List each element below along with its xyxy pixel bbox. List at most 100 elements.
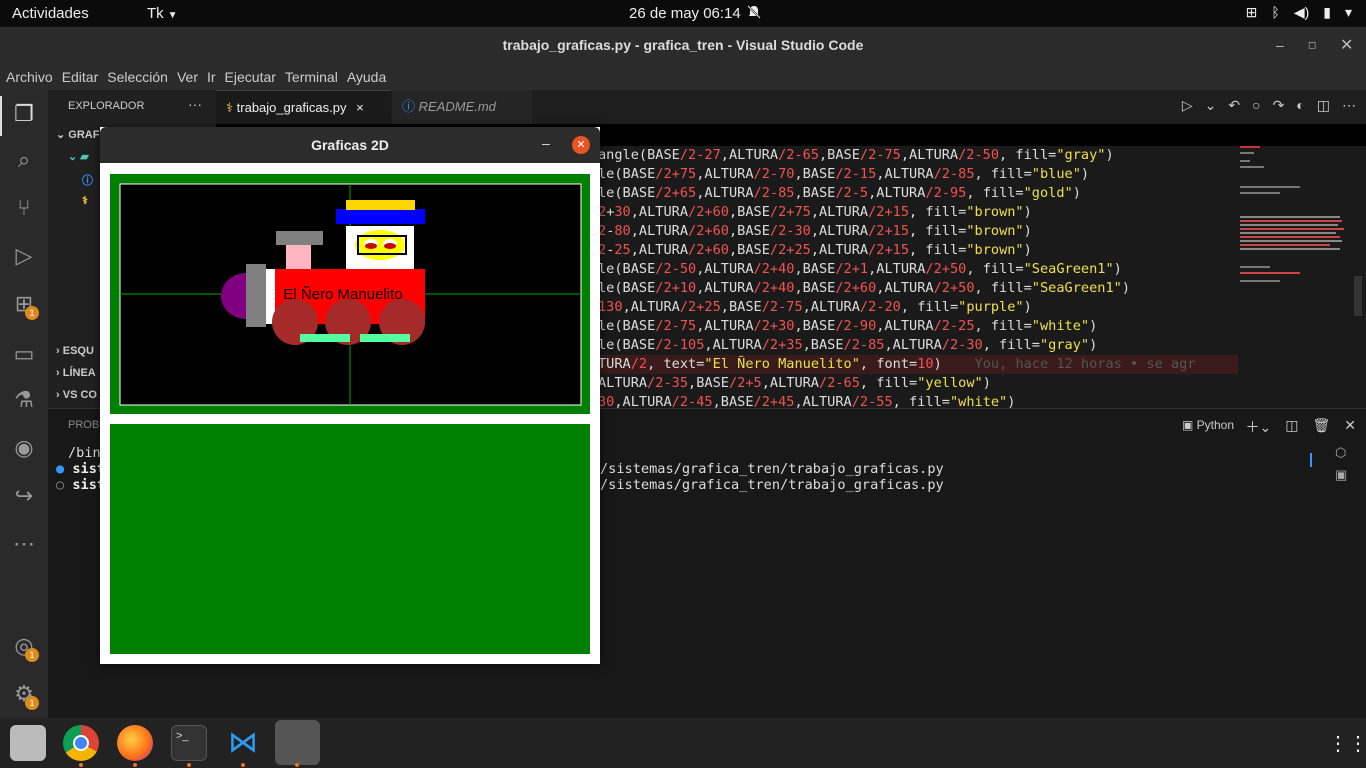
- more-actions-icon[interactable]: ···: [188, 96, 202, 112]
- volume-icon[interactable]: ◀): [1294, 4, 1309, 21]
- minimize-button[interactable]: –: [1276, 27, 1284, 64]
- battery-icon[interactable]: ▮: [1323, 4, 1331, 21]
- code-line[interactable]: le(BASE/2-75,ALTURA/2+30,BASE/2-90,ALTUR…: [598, 317, 1238, 336]
- code-line[interactable]: TURA/2, text="El Ñero Manuelito", font=1…: [598, 355, 1238, 374]
- vscode-icon[interactable]: ⋈: [225, 725, 261, 761]
- tk-app-icon[interactable]: [275, 720, 320, 765]
- menu-editar[interactable]: Editar: [62, 64, 99, 90]
- scroll-indicator: [1310, 453, 1312, 467]
- code-line[interactable]: ALTURA/2-35,BASE/2+5,ALTURA/2-65, fill="…: [598, 374, 1238, 393]
- panel-tab-problems[interactable]: PROB: [68, 419, 99, 431]
- rod-left: [300, 334, 350, 342]
- code-line[interactable]: le(BASE/2+10,ALTURA/2+40,BASE/2+60,ALTUR…: [598, 279, 1238, 298]
- code-line[interactable]: le(BASE/2+75,ALTURA/2-70,BASE/2-15,ALTUR…: [598, 165, 1238, 184]
- close-tab-icon[interactable]: ×: [356, 100, 364, 115]
- chevron-down-icon[interactable]: ▾: [1345, 4, 1352, 21]
- code-line[interactable]: le(BASE/2+65,ALTURA/2-85,BASE/2-5,ALTURA…: [598, 184, 1238, 203]
- chrome-icon[interactable]: [63, 725, 99, 761]
- terminal-path: /sistemas/grafica_tren/trabajo_graficas.…: [600, 477, 944, 493]
- clock[interactable]: 26 de may 06:14: [629, 5, 741, 22]
- bluetooth-icon[interactable]: ᛒ: [1271, 4, 1279, 21]
- section-outline[interactable]: › ESQU: [56, 345, 94, 357]
- folder-name: GRAF: [68, 129, 100, 141]
- terminal-name: Python: [1196, 418, 1235, 432]
- remote-explorer-icon[interactable]: ▭: [10, 340, 38, 368]
- maximize-button[interactable]: ◻: [1308, 27, 1316, 64]
- tab-label: trabajo_graficas.py: [236, 100, 347, 115]
- panel-actions: ＋⌄ ◫ 🗑 ✕: [1246, 417, 1356, 437]
- train-drawing: El Ñero Manuelito: [119, 183, 582, 406]
- run-debug-icon[interactable]: ▷: [10, 242, 38, 270]
- files-icon[interactable]: [10, 725, 46, 761]
- activities-button[interactable]: Actividades: [12, 5, 89, 22]
- menu-ejecutar[interactable]: Ejecutar: [225, 64, 276, 90]
- code-line[interactable]: le(BASE/2-105,ALTURA/2+35,BASE/2-85,ALTU…: [598, 336, 1238, 355]
- explorer-icon[interactable]: ❐: [10, 100, 38, 128]
- run-dot-icon: ●: [56, 461, 73, 477]
- go-back-icon[interactable]: ↶: [1228, 97, 1240, 114]
- menu-terminal[interactable]: Terminal: [285, 64, 338, 90]
- go-forward-icon[interactable]: ↷: [1273, 97, 1285, 114]
- firefox-icon[interactable]: [117, 725, 153, 761]
- info-file-icon[interactable]: ⓘ: [82, 172, 93, 188]
- add-terminal-icon[interactable]: ＋⌄: [1246, 417, 1272, 437]
- code-line[interactable]: 30,ALTURA/2-45,BASE/2+45,ALTURA/2-55, fi…: [598, 393, 1238, 408]
- code-line[interactable]: 2-25,ALTURA/2+60,BASE/2+25,ALTURA/2+15, …: [598, 241, 1238, 260]
- terminal-app-icon[interactable]: >_: [171, 725, 207, 761]
- rod-right: [360, 334, 410, 342]
- settings-badge: 1: [25, 696, 39, 710]
- tk-title: Graficas 2D: [311, 137, 389, 153]
- terminal-tab-icon[interactable]: ▣: [1335, 467, 1347, 483]
- tab-readme[interactable]: ⓘ README.md: [392, 90, 532, 124]
- terminal-shell-icon[interactable]: ⬡: [1335, 445, 1346, 461]
- minimize-icon[interactable]: –: [542, 135, 550, 151]
- timeline-icon[interactable]: ◐: [1296, 97, 1304, 114]
- terminal-line: ○ sist: [56, 477, 105, 493]
- github-icon[interactable]: ◉: [10, 434, 38, 462]
- trash-icon[interactable]: 🗑: [1312, 417, 1330, 437]
- chevron-down-icon: ▼: [167, 10, 178, 21]
- section-vscode[interactable]: › VS CO: [56, 389, 97, 401]
- subfolder-row[interactable]: ⌄ ▰: [68, 150, 89, 163]
- menu-ayuda[interactable]: Ayuda: [347, 64, 386, 90]
- show-apps-icon[interactable]: ⋮⋮⋮: [1328, 731, 1366, 756]
- testing-icon[interactable]: ⚗: [10, 386, 38, 414]
- circle-icon[interactable]: ○: [1252, 97, 1260, 114]
- folder-row[interactable]: ⌄ GRAF: [56, 128, 99, 141]
- section-label: LÍNEA: [62, 367, 96, 379]
- section-label: VS CO: [62, 389, 97, 401]
- menu-ir[interactable]: Ir: [207, 64, 216, 90]
- minimap[interactable]: [1238, 146, 1366, 408]
- chevron-down-icon[interactable]: ⌄: [1205, 97, 1217, 114]
- python-file-icon[interactable]: ⚕: [82, 194, 88, 207]
- close-icon[interactable]: ✕: [572, 136, 590, 154]
- window-title: trabajo_graficas.py - grafica_tren - Vis…: [502, 37, 864, 53]
- code-line[interactable]: le(BASE/2-50,ALTURA/2+40,BASE/2+1,ALTURA…: [598, 260, 1238, 279]
- code-editor[interactable]: angle(BASE/2-27,ALTURA/2-65,BASE/2-75,AL…: [598, 146, 1238, 408]
- menu-ver[interactable]: Ver: [177, 64, 198, 90]
- code-line[interactable]: angle(BASE/2-27,ALTURA/2-65,BASE/2-75,AL…: [598, 146, 1238, 165]
- running-indicator: [241, 763, 245, 767]
- source-control-icon[interactable]: ⑂: [10, 194, 38, 222]
- search-icon[interactable]: ⌕: [10, 146, 38, 174]
- more-icon[interactable]: ⋯: [10, 530, 38, 558]
- split-editor-icon[interactable]: ◫: [1317, 97, 1330, 114]
- close-button[interactable]: ✕: [1340, 27, 1353, 64]
- app-menu[interactable]: Tk ▼: [147, 5, 178, 22]
- code-line[interactable]: 2+30,ALTURA/2+60,BASE/2+75,ALTURA/2+15, …: [598, 203, 1238, 222]
- tab-trabajo-graficas[interactable]: ⚕ trabajo_graficas.py ×: [216, 90, 391, 124]
- network-icon[interactable]: ⊞: [1246, 4, 1258, 21]
- live-share-icon[interactable]: ↪: [10, 482, 38, 510]
- menu-archivo[interactable]: Archivo: [6, 64, 53, 90]
- run-icon[interactable]: ▷: [1182, 97, 1193, 114]
- split-terminal-icon[interactable]: ◫: [1285, 417, 1298, 437]
- more-actions-icon[interactable]: ⋯: [1342, 97, 1356, 114]
- close-panel-icon[interactable]: ✕: [1344, 417, 1356, 437]
- menu-seleccion[interactable]: Selección: [107, 64, 168, 90]
- code-line[interactable]: 130,ALTURA/2+25,BASE/2-75,ALTURA/2-20, f…: [598, 298, 1238, 317]
- terminal-selector[interactable]: ▣ Python: [1182, 418, 1234, 432]
- code-line[interactable]: 2-80,ALTURA/2+60,BASE/2-30,ALTURA/2+15, …: [598, 222, 1238, 241]
- section-timeline[interactable]: › LÍNEA: [56, 367, 96, 379]
- system-tray[interactable]: ⊞ ᛒ ◀) ▮ ▾: [1246, 4, 1352, 21]
- explorer-header: EXPLORADOR: [68, 100, 145, 112]
